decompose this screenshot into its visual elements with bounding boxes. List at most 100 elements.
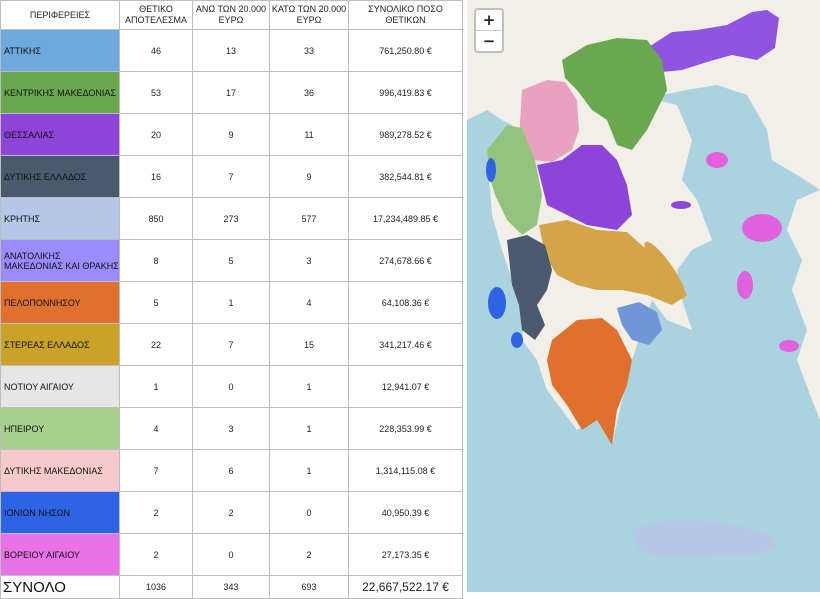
positive-cell: 20 xyxy=(119,113,193,156)
amount-cell: 274,678.66 € xyxy=(348,239,463,282)
region-cell: ΒΟΡΕΙΟΥ ΑΙΓΑΙΟΥ xyxy=(0,533,120,576)
table-row: ΔΥΤΙΚΗΣ ΕΛΛΑΔΟΣ 16 7 9 382,544.81 € xyxy=(0,155,463,198)
map-region-peloponnese xyxy=(547,318,632,445)
map-island-chios xyxy=(737,271,753,299)
table-row: ΑΝΑΤΟΛΙΚΗΣ ΜΑΚΕΔΟΝΙΑΣ ΚΑΙ ΘΡΑΚΗΣ 8 5 3 274,6… xyxy=(0,239,463,282)
table-row: ΚΡΗΤΗΣ 850 273 577 17,234,489.85 € xyxy=(0,197,463,240)
table-row: ΗΠΕΙΡΟΥ 4 3 1 228,353.99 € xyxy=(0,407,463,450)
amount-cell: 17,234,489.85 € xyxy=(348,197,463,240)
positive-cell: 16 xyxy=(119,155,193,198)
region-cell: ΔΥΤΙΚΗΣ ΜΑΚΕΔΟΝΙΑΣ xyxy=(0,449,120,492)
table-row: ΝΟΤΙΟΥ ΑΙΓΑΙΟΥ 1 0 1 12,941.07 € xyxy=(0,365,463,408)
amount-cell: 761,250.80 € xyxy=(348,29,463,72)
positive-cell: 22 xyxy=(119,323,193,366)
total-row: ΣΥΝΟΛΟ 1036 343 693 22,667,522.17 € xyxy=(0,575,463,599)
below-cell: 0 xyxy=(269,491,349,534)
region-cell: ΝΟΤΙΟΥ ΑΙΓΑΙΟΥ xyxy=(0,365,120,408)
above-cell: 13 xyxy=(192,29,270,72)
map-island-sporades xyxy=(671,201,691,209)
above-cell: 5 xyxy=(192,239,270,282)
map-canvas[interactable] xyxy=(467,0,820,592)
below-cell: 9 xyxy=(269,155,349,198)
region-cell: ΑΝΑΤΟΛΙΚΗΣ ΜΑΚΕΔΟΝΙΑΣ ΚΑΙ ΘΡΑΚΗΣ xyxy=(0,239,120,282)
above-cell: 17 xyxy=(192,71,270,114)
header-above: ΑΝΩ ΤΩΝ 20.000 ΕΥΡΩ xyxy=(192,0,270,30)
below-cell: 11 xyxy=(269,113,349,156)
below-cell: 2 xyxy=(269,533,349,576)
total-amount: 22,667,522.17 € xyxy=(348,575,463,599)
positive-cell: 4 xyxy=(119,407,193,450)
map-island-corfu xyxy=(486,158,496,182)
header-positive: ΘΕΤΙΚΟ ΑΠΟΤΕΛΕΣΜΑ xyxy=(119,0,193,30)
map-island-samos xyxy=(779,340,799,352)
map-region-crete xyxy=(632,520,777,556)
map-zoom-control: + − xyxy=(474,8,504,53)
header-total-amount: ΣΥΝΟΛΙΚΟ ΠΟΣΟ ΘΕΤΙΚΩΝ xyxy=(348,0,463,30)
table-row: ΔΥΤΙΚΗΣ ΜΑΚΕΔΟΝΙΑΣ 7 6 1 1,314,115.08 € xyxy=(0,449,463,492)
table-row: ΚΕΝΤΡΙΚΗΣ ΜΑΚΕΔΟΝΙΑΣ 53 17 36 996,419.83 € xyxy=(0,71,463,114)
above-cell: 9 xyxy=(192,113,270,156)
amount-cell: 382,544.81 € xyxy=(348,155,463,198)
positive-cell: 8 xyxy=(119,239,193,282)
amount-cell: 996,419.83 € xyxy=(348,71,463,114)
table-row: ΣΤΕΡΕΑΣ ΕΛΛΑΔΟΣ 22 7 15 341,217.46 € xyxy=(0,323,463,366)
region-cell: ΚΡΗΤΗΣ xyxy=(0,197,120,240)
map-island-zakynthos xyxy=(511,332,523,348)
total-label: ΣΥΝΟΛΟ xyxy=(0,575,120,599)
above-cell: 7 xyxy=(192,155,270,198)
above-cell: 6 xyxy=(192,449,270,492)
below-cell: 1 xyxy=(269,407,349,450)
table-row: ΘΕΣΣΑΛΙΑΣ 20 9 11 989,278.52 € xyxy=(0,113,463,156)
total-positive: 1036 xyxy=(119,575,193,599)
positive-cell: 2 xyxy=(119,533,193,576)
amount-cell: 341,217.46 € xyxy=(348,323,463,366)
positive-cell: 7 xyxy=(119,449,193,492)
region-cell: ΔΥΤΙΚΗΣ ΕΛΛΑΔΟΣ xyxy=(0,155,120,198)
positive-cell: 2 xyxy=(119,491,193,534)
below-cell: 1 xyxy=(269,449,349,492)
above-cell: 2 xyxy=(192,491,270,534)
amount-cell: 1,314,115.08 € xyxy=(348,449,463,492)
positive-cell: 5 xyxy=(119,281,193,324)
total-above: 343 xyxy=(192,575,270,599)
above-cell: 273 xyxy=(192,197,270,240)
zoom-out-button[interactable]: − xyxy=(476,30,502,51)
below-cell: 3 xyxy=(269,239,349,282)
header-below: ΚΑΤΩ ΤΩΝ 20.000 ΕΥΡΩ xyxy=(269,0,349,30)
below-cell: 4 xyxy=(269,281,349,324)
region-cell: ΑΤΤΙΚΗΣ xyxy=(0,29,120,72)
below-cell: 36 xyxy=(269,71,349,114)
results-table: ΠΕΡΙΦΕΡΕΙΕΣ ΘΕΤΙΚΟ ΑΠΟΤΕΛΕΣΜΑ ΑΝΩ ΤΩΝ 20… xyxy=(0,0,463,599)
map-land-turkey xyxy=(787,190,820,420)
page: ΠΕΡΙΦΕΡΕΙΕΣ ΘΕΤΙΚΟ ΑΠΟΤΕΛΕΣΜΑ ΑΝΩ ΤΩΝ 20… xyxy=(0,0,820,599)
map-island-limnos xyxy=(706,152,728,168)
table-header-row: ΠΕΡΙΦΕΡΕΙΕΣ ΘΕΤΙΚΟ ΑΠΟΤΕΛΕΣΜΑ ΑΝΩ ΤΩΝ 20… xyxy=(0,0,463,30)
positive-cell: 46 xyxy=(119,29,193,72)
above-cell: 3 xyxy=(192,407,270,450)
amount-cell: 228,353.99 € xyxy=(348,407,463,450)
region-cell: ΙΟΝΙΩΝ ΝΗΣΩΝ xyxy=(0,491,120,534)
region-cell: ΠΕΛΟΠΟΝΝΗΣΟΥ xyxy=(0,281,120,324)
region-cell: ΘΕΣΣΑΛΙΑΣ xyxy=(0,113,120,156)
above-cell: 1 xyxy=(192,281,270,324)
positive-cell: 850 xyxy=(119,197,193,240)
header-regions: ΠΕΡΙΦΕΡΕΙΕΣ xyxy=(0,0,120,30)
below-cell: 1 xyxy=(269,365,349,408)
zoom-in-button[interactable]: + xyxy=(476,10,502,30)
greece-regions-map[interactable]: + − xyxy=(467,0,820,592)
map-island-kefalonia xyxy=(488,287,506,319)
amount-cell: 27,173.35 € xyxy=(348,533,463,576)
table-row: ΒΟΡΕΙΟΥ ΑΙΓΑΙΟΥ 2 0 2 27,173.35 € xyxy=(0,533,463,576)
amount-cell: 12,941.07 € xyxy=(348,365,463,408)
above-cell: 7 xyxy=(192,323,270,366)
below-cell: 577 xyxy=(269,197,349,240)
region-cell: ΣΤΕΡΕΑΣ ΕΛΛΑΔΟΣ xyxy=(0,323,120,366)
region-cell: ΚΕΝΤΡΙΚΗΣ ΜΑΚΕΔΟΝΙΑΣ xyxy=(0,71,120,114)
positive-cell: 1 xyxy=(119,365,193,408)
region-cell: ΗΠΕΙΡΟΥ xyxy=(0,407,120,450)
table-body: ΑΤΤΙΚΗΣ 46 13 33 761,250.80 € ΚΕΝΤΡΙΚΗΣ ΜΑΚΕΔ… xyxy=(0,29,463,576)
total-below: 693 xyxy=(269,575,349,599)
amount-cell: 64,108.36 € xyxy=(348,281,463,324)
below-cell: 33 xyxy=(269,29,349,72)
amount-cell: 40,950.39 € xyxy=(348,491,463,534)
